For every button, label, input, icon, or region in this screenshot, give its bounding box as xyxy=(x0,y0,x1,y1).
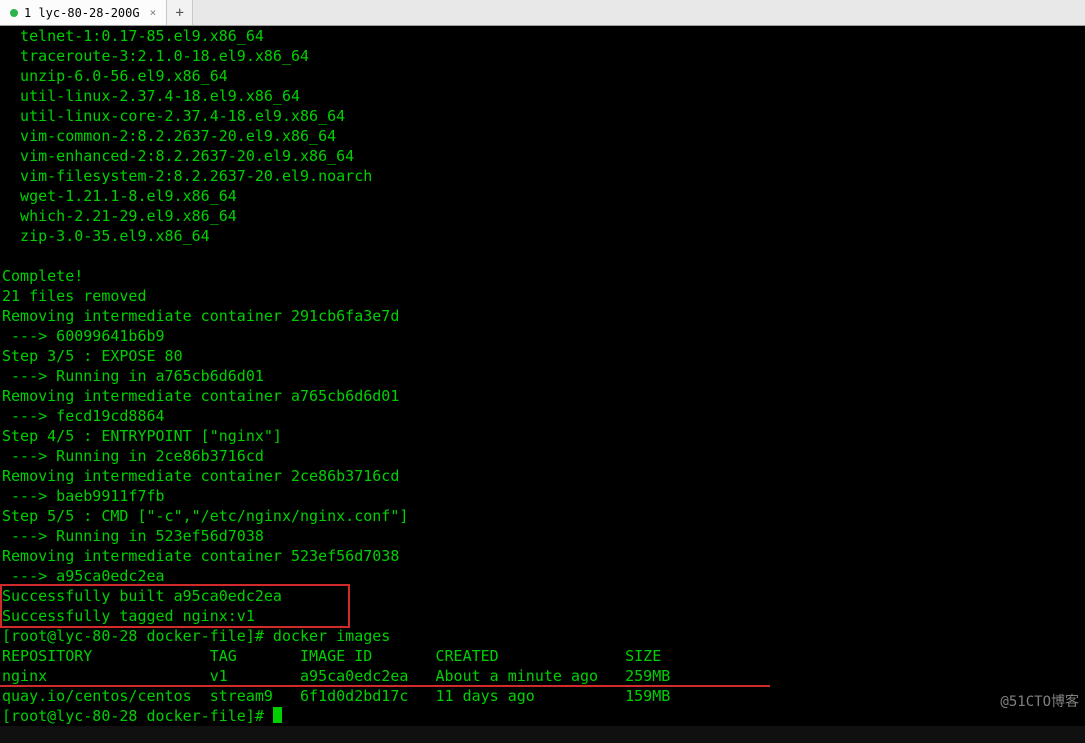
tab-bar: 1 lyc-80-28-200G × + xyxy=(0,0,1085,26)
terminal-line: nginx v1 a95ca0edc2ea About a minute ago… xyxy=(2,666,1083,686)
highlight-box xyxy=(0,584,350,628)
plus-icon: + xyxy=(176,5,184,21)
terminal-line: vim-enhanced-2:8.2.2637-20.el9.x86_64 xyxy=(2,146,1083,166)
terminal-line: Removing intermediate container 523ef56d… xyxy=(2,546,1083,566)
terminal-line: ---> Running in 523ef56d7038 xyxy=(2,526,1083,546)
terminal-output[interactable]: telnet-1:0.17-85.el9.x86_64 traceroute-3… xyxy=(0,26,1085,726)
terminal-line: [root@lyc-80-28 docker-file]# xyxy=(2,706,1083,726)
terminal-line xyxy=(2,246,1083,266)
terminal-line: traceroute-3:2.1.0-18.el9.x86_64 xyxy=(2,46,1083,66)
terminal-line: REPOSITORY TAG IMAGE ID CREATED SIZE xyxy=(2,646,1083,666)
terminal-line: [root@lyc-80-28 docker-file]# docker ima… xyxy=(2,626,1083,646)
terminal-line: Step 3/5 : EXPOSE 80 xyxy=(2,346,1083,366)
terminal-line: which-2.21-29.el9.x86_64 xyxy=(2,206,1083,226)
terminal-line: Complete! xyxy=(2,266,1083,286)
watermark: @51CTO博客 xyxy=(1000,692,1079,712)
tab-label: 1 lyc-80-28-200G xyxy=(24,6,140,20)
terminal-line: ---> baeb9911f7fb xyxy=(2,486,1083,506)
terminal-line: vim-common-2:8.2.2637-20.el9.x86_64 xyxy=(2,126,1083,146)
terminal-line: wget-1.21.1-8.el9.x86_64 xyxy=(2,186,1083,206)
terminal-line: ---> Running in a765cb6d6d01 xyxy=(2,366,1083,386)
terminal-line: util-linux-2.37.4-18.el9.x86_64 xyxy=(2,86,1083,106)
terminal-line: Step 4/5 : ENTRYPOINT ["nginx"] xyxy=(2,426,1083,446)
terminal-line: quay.io/centos/centos stream9 6f1d0d2bd1… xyxy=(2,686,1083,706)
terminal-line: zip-3.0-35.el9.x86_64 xyxy=(2,226,1083,246)
terminal-line: ---> fecd19cd8864 xyxy=(2,406,1083,426)
new-tab-button[interactable]: + xyxy=(167,0,193,25)
cursor-icon xyxy=(273,707,282,723)
terminal-line: ---> 60099641b6b9 xyxy=(2,326,1083,346)
terminal-line: unzip-6.0-56.el9.x86_64 xyxy=(2,66,1083,86)
terminal-line: util-linux-core-2.37.4-18.el9.x86_64 xyxy=(2,106,1083,126)
highlight-underline xyxy=(0,685,770,687)
terminal-line: ---> Running in 2ce86b3716cd xyxy=(2,446,1083,466)
terminal-line: telnet-1:0.17-85.el9.x86_64 xyxy=(2,26,1083,46)
terminal-line: Removing intermediate container 2ce86b37… xyxy=(2,466,1083,486)
terminal-line: Removing intermediate container 291cb6fa… xyxy=(2,306,1083,326)
terminal-line: Step 5/5 : CMD ["-c","/etc/nginx/nginx.c… xyxy=(2,506,1083,526)
close-icon[interactable]: × xyxy=(150,6,157,19)
terminal-line: 21 files removed xyxy=(2,286,1083,306)
terminal-line: vim-filesystem-2:8.2.2637-20.el9.noarch xyxy=(2,166,1083,186)
terminal-tab-active[interactable]: 1 lyc-80-28-200G × xyxy=(0,0,167,25)
connection-status-dot-icon xyxy=(10,9,18,17)
terminal-line: ---> a95ca0edc2ea xyxy=(2,566,1083,586)
terminal-line: Removing intermediate container a765cb6d… xyxy=(2,386,1083,406)
